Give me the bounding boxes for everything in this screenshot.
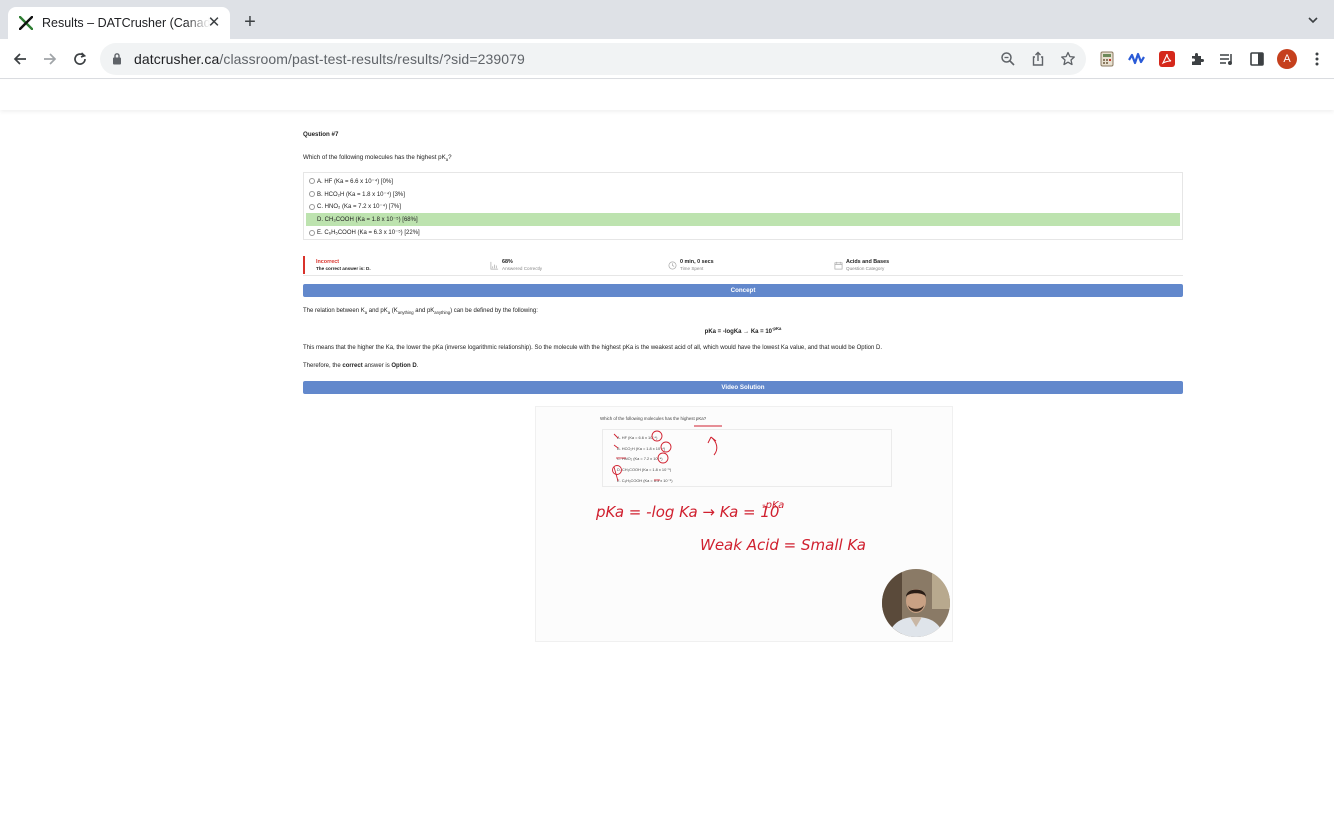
choice-label: A. HF (Ka = 6.6 x 10⁻⁴) [0%]: [317, 178, 393, 185]
side-panel-icon[interactable]: [1245, 47, 1269, 71]
question-number: Question #7: [303, 131, 339, 138]
reading-list-icon[interactable]: [1215, 47, 1239, 71]
calculator-extension-icon[interactable]: [1095, 47, 1119, 71]
profile-avatar[interactable]: A: [1275, 47, 1299, 71]
handwriting-weak-acid: Weak Acid = Small Ka: [700, 536, 866, 554]
browser-toolbar: datcrusher.ca/classroom/past-test-result…: [0, 39, 1334, 79]
result-stats: Incorrect The correct answer is: D. 68% …: [303, 254, 1183, 276]
choice-label: B. HCO₂H (Ka = 1.8 x 10⁻⁴) [3%]: [317, 191, 405, 198]
concept-intro: The relation between Ka and pKa (Kanythi…: [303, 308, 538, 316]
concept-header[interactable]: Concept: [303, 284, 1183, 297]
choice-c[interactable]: C. HNO₂ (Ka = 7.2 x 10⁻⁴) [7%]: [306, 201, 1180, 214]
zoom-icon[interactable]: [998, 49, 1018, 69]
radio-button[interactable]: [309, 203, 315, 210]
answer-choices: A. HF (Ka = 6.6 x 10⁻⁴) [0%] B. HCO₂H (K…: [303, 172, 1183, 240]
tab-title: Results – DATCrusher (Canadian DAT): [42, 16, 210, 30]
radio-button[interactable]: [309, 229, 315, 236]
browser-menu-icon[interactable]: [1305, 47, 1329, 71]
choice-label: D. CH₃COOH (Ka = 1.8 x 10⁻⁵) [68%]: [317, 217, 418, 224]
bar-chart-icon: [490, 261, 499, 269]
calendar-icon: [834, 261, 843, 269]
tab-strip: Results – DATCrusher (Canadian DAT) ✕ +: [0, 0, 1334, 39]
reload-icon[interactable]: [68, 47, 92, 71]
handwriting-exponent: -pKa: [762, 500, 784, 511]
pka-formula: pKa = -logKa → Ka = 10-pKa: [704, 326, 782, 335]
result-status: Incorrect The correct answer is: D.: [303, 256, 371, 274]
wave-extension-icon[interactable]: [1125, 47, 1149, 71]
lock-icon[interactable]: [112, 52, 124, 66]
correct-answer-note: The correct answer is: D.: [316, 266, 371, 271]
share-icon[interactable]: [1028, 49, 1048, 69]
new-tab-icon[interactable]: +: [240, 12, 260, 32]
forward-arrow-icon[interactable]: [38, 47, 62, 71]
choice-d-correct[interactable]: D. CH₃COOH (Ka = 1.8 x 10⁻⁵) [68%]: [306, 213, 1180, 227]
question-category-stat: Acids and Bases Question Category: [834, 256, 889, 274]
radio-button[interactable]: [309, 178, 315, 185]
bookmark-star-icon[interactable]: [1058, 49, 1078, 69]
choice-b[interactable]: B. HCO₂H (Ka = 1.8 x 10⁻⁴) [3%]: [306, 188, 1180, 201]
result-label: Incorrect: [316, 259, 340, 265]
question-text: Which of the following molecules has the…: [303, 154, 452, 163]
radio-button[interactable]: [309, 191, 315, 198]
active-tab[interactable]: Results – DATCrusher (Canadian DAT) ✕: [8, 7, 230, 39]
datcrusher-favicon-icon: [18, 15, 34, 31]
back-arrow-icon[interactable]: [8, 47, 32, 71]
video-solution-header[interactable]: Video Solution: [303, 381, 1183, 394]
choice-e[interactable]: E. C₆H₅COOH (Ka = 6.3 x 10⁻⁵) [22%]: [306, 226, 1180, 239]
clock-icon: [668, 261, 677, 269]
choice-label: E. C₆H₅COOH (Ka = 6.3 x 10⁻⁵) [22%]: [317, 230, 420, 237]
url-text[interactable]: datcrusher.ca/classroom/past-test-result…: [134, 51, 525, 67]
handwriting-formula: pKa = -log Ka → Ka = 10: [595, 503, 779, 521]
close-tab-icon[interactable]: ✕: [206, 15, 222, 31]
choice-label: C. HNO₂ (Ka = 7.2 x 10⁻⁴) [7%]: [317, 204, 401, 211]
site-header: [0, 80, 1334, 110]
concept-explanation: This means that the higher the Ka, the l…: [303, 345, 882, 351]
extensions-puzzle-icon[interactable]: [1185, 47, 1209, 71]
time-spent-stat: 0 min, 0 secs Time Spent: [668, 256, 714, 274]
tab-search-chevron-icon[interactable]: [1306, 13, 1320, 27]
acrobat-extension-icon[interactable]: [1155, 47, 1179, 71]
concept-conclusion: Therefore, the correct answer is Option …: [303, 363, 419, 369]
video-solution-player[interactable]: Which of the following molecules has the…: [535, 406, 953, 642]
presenter-avatar: [882, 569, 950, 637]
choice-a[interactable]: A. HF (Ka = 6.6 x 10⁻⁴) [0%]: [306, 175, 1180, 188]
address-bar[interactable]: datcrusher.ca/classroom/past-test-result…: [100, 43, 1086, 75]
answered-correctly-stat: 68% Answered Correctly: [490, 256, 542, 274]
